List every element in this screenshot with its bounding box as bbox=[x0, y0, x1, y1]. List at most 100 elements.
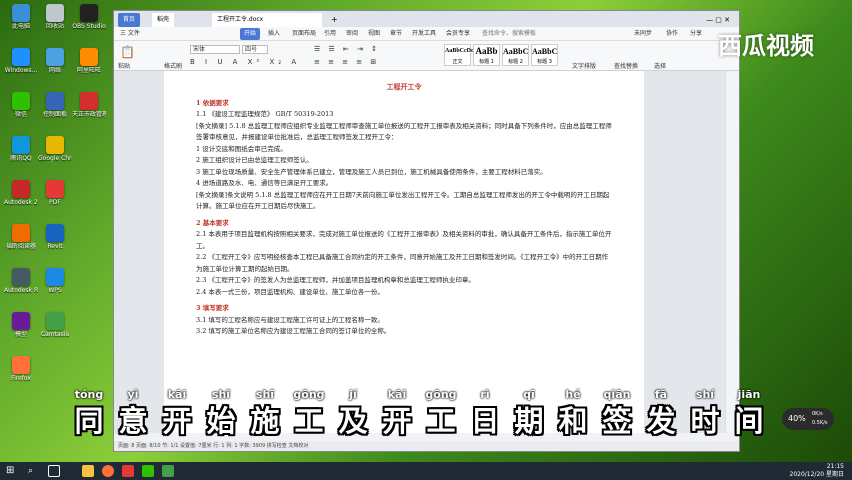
task-view-icon[interactable] bbox=[48, 465, 60, 477]
menu-chapter[interactable]: 章节 bbox=[390, 27, 402, 41]
tab-home[interactable]: 首页 bbox=[118, 13, 141, 27]
hanzi: 发 bbox=[646, 404, 676, 438]
document-page[interactable]: 工程开工令 1 依据要求 1.1 《建设工程监理规范》 GB/T 50319-2… bbox=[164, 71, 644, 433]
wps-taskbar-icon[interactable] bbox=[122, 465, 134, 477]
pinyin: kāi bbox=[167, 388, 187, 401]
windows-start-icon[interactable]: ⊞ bbox=[6, 465, 18, 477]
style-heading2[interactable]: AaBbC 标题 2 bbox=[502, 44, 529, 66]
network-widget: 40% 0K/s 0.5K/s bbox=[782, 408, 834, 430]
desktop-icon[interactable]: Camtasia bbox=[38, 312, 72, 338]
subtitle-char: tóng 同 bbox=[70, 388, 108, 439]
align-buttons[interactable]: ≡ ≡ ≡ ≡ ⊞ bbox=[314, 58, 379, 66]
menu-layout[interactable]: 页面布局 bbox=[292, 27, 316, 41]
paragraph-buttons[interactable]: ☰ ☰ ⇤ ⇥ ↕ bbox=[314, 45, 380, 53]
desktop-icon[interactable]: 微信 bbox=[4, 92, 38, 118]
search-command[interactable]: 查找命令、搜索模板 bbox=[482, 27, 536, 41]
app-icon bbox=[12, 48, 30, 66]
menu-review[interactable]: 审阅 bbox=[346, 27, 358, 41]
menu-view[interactable]: 视图 bbox=[368, 27, 380, 41]
tab-document[interactable]: 工程开工令.docx bbox=[212, 13, 322, 27]
font-name-select[interactable]: 宋体 bbox=[190, 45, 240, 54]
hanzi: 开 bbox=[382, 404, 412, 438]
paste-icon[interactable]: 📋 bbox=[120, 45, 135, 59]
paragraph: 2.3 《工程开工令》的签发人为总监理工程师，并加盖项目监理机构章和总监理工程师… bbox=[196, 276, 475, 284]
desktop-icon-label: 天正市政管理... bbox=[72, 111, 106, 118]
desktop-icon[interactable]: OBS Studio bbox=[72, 4, 106, 30]
file-explorer-icon[interactable] bbox=[82, 465, 94, 477]
tab-docer[interactable]: 稻壳 bbox=[152, 13, 175, 27]
desktop-icon[interactable]: Windows... bbox=[4, 48, 38, 74]
format-buttons[interactable]: B I U A X² X₂ A bbox=[190, 58, 300, 66]
menu-reference[interactable]: 引用 bbox=[324, 27, 336, 41]
style-heading1[interactable]: AaBb 标题 1 bbox=[473, 44, 500, 66]
firefox-icon[interactable] bbox=[102, 465, 114, 477]
desktop-icon[interactable]: 模型 bbox=[4, 312, 38, 338]
hanzi: 日 bbox=[470, 404, 500, 438]
document-area: 工程开工令 1 依据要求 1.1 《建设工程监理规范》 GB/T 50319-2… bbox=[114, 71, 739, 433]
wechat-taskbar-icon[interactable] bbox=[142, 465, 154, 477]
window-controls[interactable]: — ▢ ✕ bbox=[701, 13, 735, 27]
paste-label: 粘贴 bbox=[118, 63, 131, 70]
subtitle-char: shí 时 bbox=[686, 388, 724, 439]
desktop-icon[interactable]: 回收站 bbox=[38, 4, 72, 30]
collab-button[interactable]: 协作 bbox=[666, 27, 678, 41]
style-heading3[interactable]: AaBbC 标题 3 bbox=[531, 44, 558, 66]
pinyin: shí bbox=[695, 388, 715, 401]
paragraph: 2.1 本表用于项目监理机构按照相关要求，完成对施工单位报送的《工程开工报审表》… bbox=[196, 230, 612, 250]
desktop-icon[interactable]: WPS bbox=[38, 268, 72, 294]
pinyin: hé bbox=[565, 388, 581, 401]
desktop-icon[interactable]: Autodesk 2010 bbox=[4, 180, 38, 206]
pinyin: shǐ bbox=[211, 388, 231, 401]
search-icon[interactable]: ⌕ bbox=[28, 465, 40, 477]
app-icon bbox=[46, 180, 64, 198]
desktop-icon[interactable]: 腾讯QQ bbox=[4, 136, 38, 162]
format-brush-label[interactable]: 格式刷 bbox=[164, 61, 182, 70]
paragraph: 2 施工组织设计已由总监理工程师签认。 bbox=[196, 156, 313, 164]
menu-insert[interactable]: 插入 bbox=[268, 27, 280, 41]
subtitle-char: rì 日 bbox=[466, 388, 504, 439]
desktop-icon[interactable]: Firefox bbox=[4, 356, 38, 382]
new-tab-icon[interactable]: + bbox=[326, 13, 343, 27]
clock[interactable]: 21:15 2020/12/20 星期日 bbox=[790, 463, 845, 479]
menu-member[interactable]: 会员专享 bbox=[446, 27, 470, 41]
menu-file[interactable]: 三 文件 bbox=[120, 27, 140, 41]
right-side-panel[interactable] bbox=[725, 71, 739, 433]
desktop-icon-label: Firefox bbox=[11, 375, 31, 382]
pinyin: yì bbox=[127, 388, 139, 401]
subtitle-char: kāi 开 bbox=[378, 388, 416, 439]
find-replace-button[interactable]: 查找替换 bbox=[614, 61, 638, 70]
app-icon bbox=[80, 48, 98, 66]
desktop-icon[interactable]: Revit bbox=[38, 224, 72, 250]
desktop-icon[interactable]: Google Chrome bbox=[38, 136, 72, 162]
subtitle-char: yì 意 bbox=[114, 388, 152, 439]
style-normal[interactable]: AaBbCcDd 正文 bbox=[444, 44, 474, 66]
menu-devtools[interactable]: 开发工具 bbox=[412, 27, 436, 41]
subtitle-char: jí 及 bbox=[334, 388, 372, 439]
desktop-icon-label: 微信 bbox=[14, 111, 27, 118]
desktop-icon[interactable]: 阿里旺旺 bbox=[72, 48, 106, 74]
desktop-icon-label: 控制面板 bbox=[42, 111, 67, 118]
pinyin: gōng bbox=[293, 388, 325, 401]
app-icon bbox=[12, 268, 30, 286]
desktop-icon[interactable]: 福昕阅读器 bbox=[4, 224, 38, 250]
desktop-icon-label: PDF bbox=[49, 199, 61, 206]
camtasia-taskbar-icon[interactable] bbox=[162, 465, 174, 477]
desktop-icon-label: 网络 bbox=[48, 67, 61, 74]
share-button[interactable]: 分享 bbox=[690, 27, 702, 41]
desktop-icon[interactable]: 此电脑 bbox=[4, 4, 38, 30]
app-icon bbox=[46, 4, 64, 22]
desktop-icon-label: Autodesk 2010 bbox=[4, 199, 38, 206]
desktop-icon[interactable]: 天正市政管理... bbox=[72, 92, 106, 118]
desktop-icon-label: 回收站 bbox=[45, 23, 64, 30]
select-button[interactable]: 选择 bbox=[654, 61, 666, 70]
desktop-icon[interactable]: 网络 bbox=[38, 48, 72, 74]
text-layout-button[interactable]: 文字排版 bbox=[572, 61, 596, 70]
menu-start[interactable]: 开始 bbox=[240, 28, 261, 40]
pinyin: shī bbox=[255, 388, 275, 401]
font-size-select[interactable]: 四号 bbox=[242, 45, 268, 54]
desktop-icon[interactable]: Autodesk ReCap bbox=[4, 268, 38, 294]
desktop-icon[interactable]: 控制面板 bbox=[38, 92, 72, 118]
app-icon bbox=[46, 92, 64, 110]
desktop-icon[interactable]: PDF bbox=[38, 180, 72, 206]
sync-status[interactable]: 未同步 bbox=[634, 27, 652, 41]
